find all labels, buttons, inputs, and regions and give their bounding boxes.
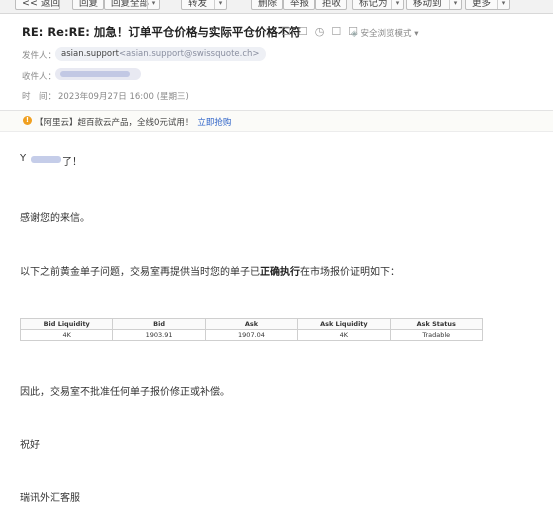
ad-icon: ! <box>23 116 32 125</box>
table-cell: Tradable <box>389 329 484 341</box>
report-button[interactable]: 举报 <box>283 0 315 10</box>
thanks-line: 感谢您的来信。 <box>20 213 90 224</box>
table-cell: 4K <box>297 329 391 341</box>
col-ask-status: Ask Status <box>389 318 484 330</box>
chevron-down-icon[interactable]: ▾ <box>449 0 461 9</box>
reply-button[interactable]: 回复 <box>72 0 104 10</box>
chevron-down-icon[interactable]: ▾ <box>391 0 403 9</box>
security-label: 安全浏览模式 <box>360 29 412 39</box>
sender-chip[interactable]: asian.support<asian.support@swissquote.c… <box>55 47 266 61</box>
reject-button[interactable]: 拒收 <box>315 0 347 10</box>
closing-line: 祝好 <box>20 440 40 451</box>
chevron-down-icon[interactable]: ▾ <box>147 0 159 9</box>
delete-button[interactable]: 删除 <box>251 0 283 10</box>
table-cell: 1907.04 <box>204 329 299 341</box>
ad-text: 【阿里云】超百款云产品，全线0元试用！ 立即抢购 <box>35 118 232 128</box>
forward-button[interactable]: 转发 ▾ <box>181 0 227 10</box>
toolbar: << 返回 回复 回复全部 ▾ 转发 ▾ 删除 举报 拒收 标记为 ▾ 移动到 ▾ 更多… <box>0 0 553 14</box>
chevron-down-icon[interactable]: ▾ <box>214 0 226 9</box>
recipient-redacted <box>60 71 130 77</box>
reply-all-button[interactable]: 回复全部 ▾ <box>104 0 160 10</box>
time-label: 时 间： <box>22 92 57 102</box>
greeting-redacted <box>31 156 61 163</box>
table-cell: 4K <box>19 329 114 341</box>
sender-address: <asian.support@swissquote.ch> <box>118 49 260 59</box>
col-ask-liquidity: Ask Liquidity <box>297 318 391 330</box>
signature-line: 瑞讯外汇客服 <box>20 493 80 504</box>
chevron-down-icon: ▾ <box>411 29 419 39</box>
email-subject: RE: Re:RE: 加急！订单平仓价格与实际平仓价格不符 <box>22 25 301 39</box>
security-mode[interactable]: ◈ 安全浏览模式 ▾ <box>351 27 419 39</box>
shield-icon: ◈ <box>351 29 358 39</box>
intro-line: 以下之前黄金单子问题，交易室再提供当时您的单子已正确执行在市场报价证明如下： <box>20 267 400 278</box>
more-button[interactable]: 更多 ▾ <box>465 0 510 10</box>
time-value: 2023年09月27日 16:00 (星期三) <box>58 92 189 102</box>
table-header-row: Bid Liquidity Bid Ask Ask Liquidity Ask … <box>19 318 484 330</box>
chevron-down-icon[interactable]: ▾ <box>497 0 509 9</box>
col-ask: Ask <box>204 318 299 330</box>
conclusion-line: 因此，交易室不批准任何单子报价修正或补偿。 <box>20 387 230 398</box>
back-button[interactable]: << 返回 <box>15 0 60 10</box>
col-bid-liquidity: Bid Liquidity <box>19 318 114 330</box>
table-cell: 1903.91 <box>112 329 206 341</box>
table-row: 4K 1903.91 1907.04 4K Tradable <box>19 329 484 341</box>
move-to-button[interactable]: 移动到 ▾ <box>406 0 462 10</box>
intro-bold: 正确执行 <box>260 267 300 278</box>
from-label: 发件人： <box>22 51 57 61</box>
quote-table: Bid Liquidity Bid Ask Ask Liquidity Ask … <box>19 318 484 341</box>
sender-name: asian.support <box>61 49 119 59</box>
col-bid: Bid <box>112 318 206 330</box>
greeting-suffix: 了！ <box>62 157 82 168</box>
mark-as-button[interactable]: 标记为 ▾ <box>352 0 404 10</box>
ad-link[interactable]: 立即抢购 <box>197 118 231 128</box>
greeting-prefix: Y <box>20 153 27 164</box>
to-label: 收件人： <box>22 72 57 82</box>
